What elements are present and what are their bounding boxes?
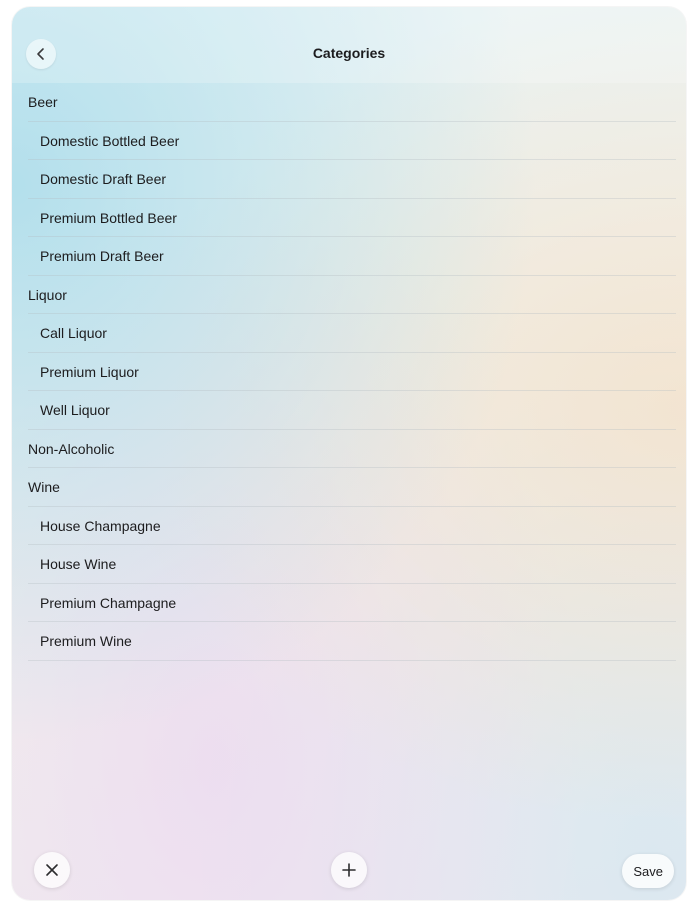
subcategory-row[interactable]: Premium Draft Beer	[12, 237, 686, 276]
category-label: House Wine	[40, 556, 117, 573]
bottom-toolbar: Save	[12, 840, 686, 900]
category-label: Call Liquor	[40, 325, 107, 342]
subcategory-row[interactable]: Domestic Bottled Beer	[12, 122, 686, 161]
category-row[interactable]: Liquor	[12, 276, 686, 315]
category-row[interactable]: Beer	[12, 83, 686, 122]
category-label: Premium Bottled Beer	[40, 209, 177, 226]
category-label: House Champagne	[40, 517, 161, 534]
subcategory-row[interactable]: House Champagne	[12, 507, 686, 546]
category-label: Non-Alcoholic	[28, 440, 115, 457]
subcategory-row[interactable]: Well Liquor	[12, 391, 686, 430]
navigation-header: Categories	[12, 7, 686, 83]
category-label: Premium Champagne	[40, 594, 177, 611]
category-label: Premium Liquor	[40, 363, 139, 380]
subcategory-row[interactable]: Domestic Draft Beer	[12, 160, 686, 199]
subcategory-row[interactable]: Premium Champagne	[12, 584, 686, 623]
close-icon	[46, 864, 58, 876]
save-button[interactable]: Save	[622, 854, 674, 888]
category-label: Wine	[28, 479, 60, 496]
close-button[interactable]	[34, 852, 70, 888]
subcategory-row[interactable]: Call Liquor	[12, 314, 686, 353]
category-label: Domestic Draft Beer	[40, 171, 167, 188]
page-title: Categories	[312, 45, 386, 61]
subcategory-row[interactable]: Premium Bottled Beer	[12, 199, 686, 238]
category-label: Domestic Bottled Beer	[40, 132, 180, 149]
plus-icon	[342, 863, 356, 877]
add-category-button[interactable]	[331, 852, 367, 888]
category-list: Beer Domestic Bottled Beer Domestic Draft …	[12, 83, 686, 661]
category-row[interactable]: Wine	[12, 468, 686, 507]
category-label: Beer	[28, 94, 58, 111]
category-label: Well Liquor	[40, 402, 110, 419]
category-row[interactable]: Non-Alcoholic	[12, 430, 686, 469]
categories-screen: Categories Beer Domestic Bottled Beer Dome…	[12, 7, 686, 900]
subcategory-row[interactable]: Premium Liquor	[12, 353, 686, 392]
subcategory-row[interactable]: House Wine	[12, 545, 686, 584]
category-label: Premium Draft Beer	[40, 248, 164, 265]
category-label: Liquor	[28, 286, 67, 303]
category-label: Premium Wine	[40, 633, 132, 650]
subcategory-row[interactable]: Premium Wine	[12, 622, 686, 661]
